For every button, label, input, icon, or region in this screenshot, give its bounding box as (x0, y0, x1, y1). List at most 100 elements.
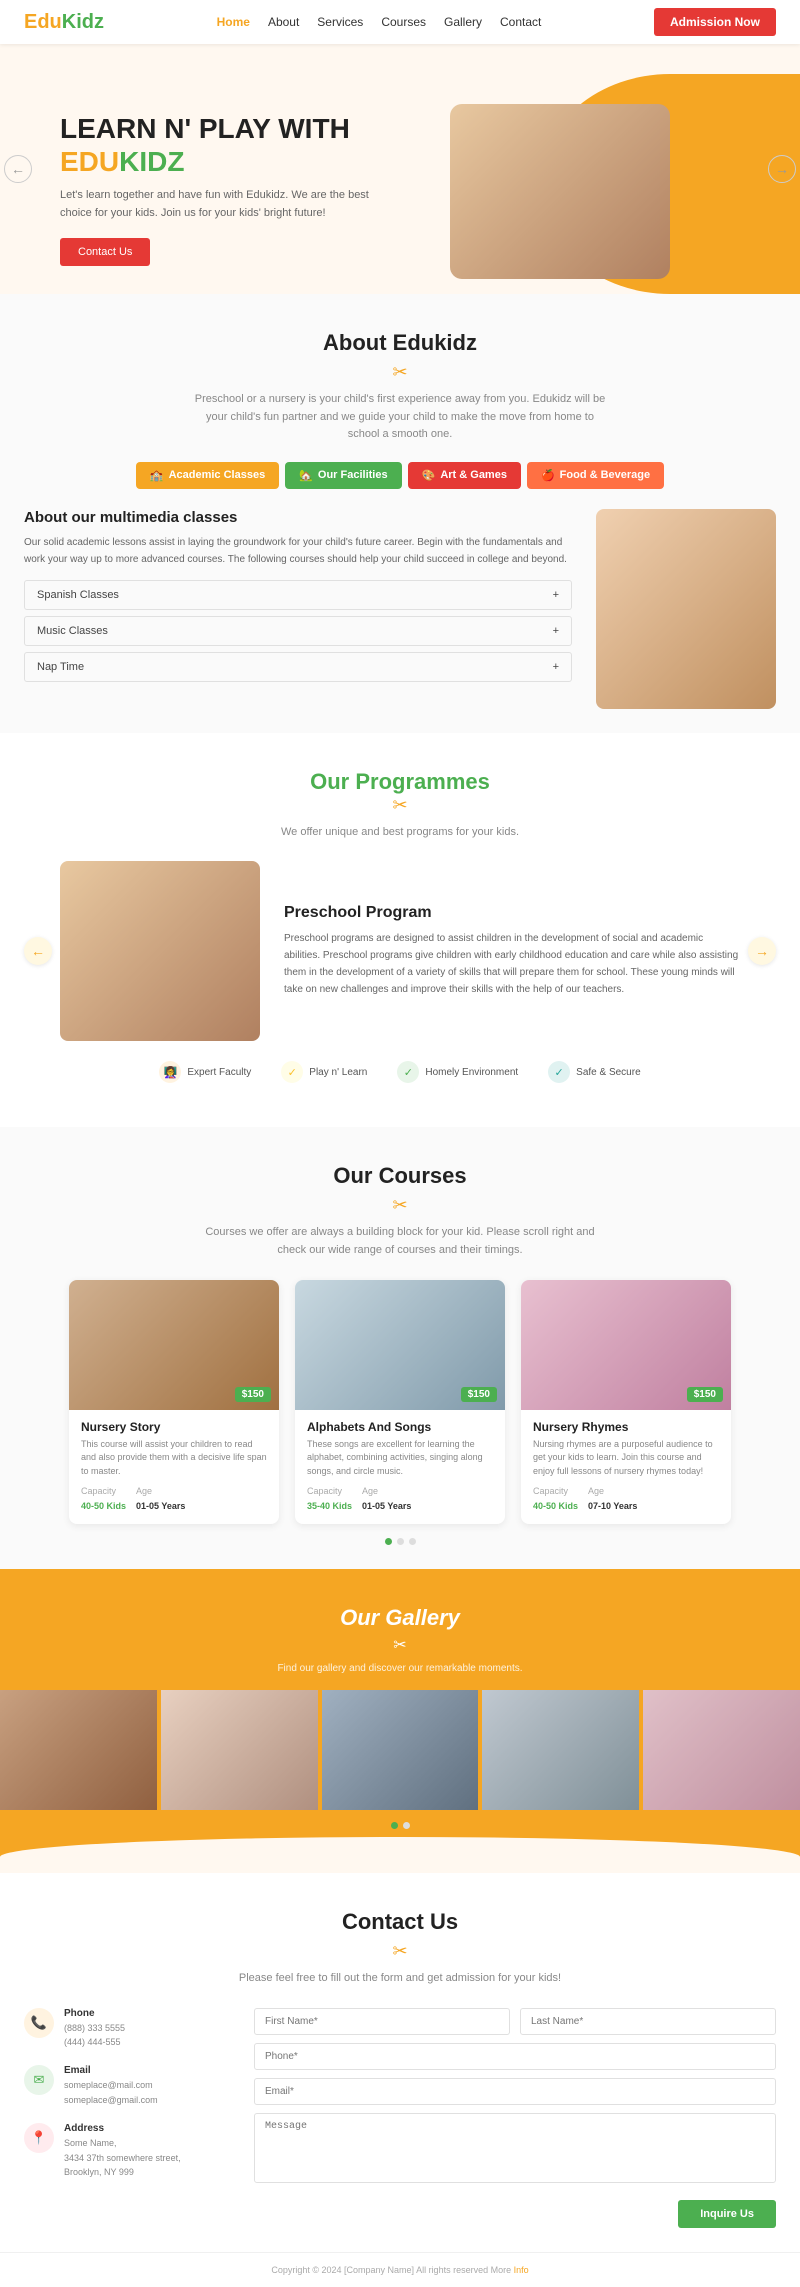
phone-input[interactable] (254, 2043, 776, 2070)
email-icon: ✉ (24, 2065, 54, 2095)
nav-home[interactable]: Home (217, 15, 250, 29)
programmes-subtitle: We offer unique and best programs for yo… (190, 824, 610, 842)
course-meta-1: Capacity 40-50 Kids Age 01-05 Years (81, 1486, 267, 1514)
course-age-3: Age 07-10 Years (588, 1486, 637, 1514)
first-name-input[interactable] (254, 2008, 510, 2035)
course-image-2: $150 (295, 1280, 505, 1410)
contact-info: 📞 Phone (888) 333 5555 (444) 444-555 ✉ E… (24, 2008, 224, 2228)
prog-prev-button[interactable]: ← (24, 937, 52, 965)
gallery-dot-2[interactable] (403, 1822, 410, 1829)
form-message-row (254, 2113, 776, 2188)
gallery-image-2 (161, 1690, 318, 1810)
footer: Copyright © 2024 [Company Name] All righ… (0, 2252, 800, 2287)
accordion-nap[interactable]: Nap Time + (24, 652, 572, 682)
chevron-down-icon: + (553, 589, 559, 601)
email-input[interactable] (254, 2078, 776, 2105)
programme-text: Preschool Program Preschool programs are… (284, 904, 740, 998)
course-price-3: $150 (687, 1387, 723, 1402)
course-title-1: Nursery Story (81, 1420, 267, 1434)
tab-academic-label: Academic Classes (169, 469, 266, 481)
nav-gallery[interactable]: Gallery (444, 15, 482, 29)
course-body-3: Nursery Rhymes Nursing rhymes are a purp… (521, 1410, 731, 1525)
safe-icon: ✓ (548, 1061, 570, 1083)
last-name-input[interactable] (520, 2008, 776, 2035)
hero-heading: LEARN N' PLAY WITH EDUKIDZ (60, 112, 380, 179)
programme-content: Preschool Program Preschool programs are… (60, 861, 740, 1041)
accordion-music[interactable]: Music Classes + (24, 616, 572, 646)
footer-link[interactable]: Info (514, 2265, 529, 2275)
course-meta-2: Capacity 35-40 Kids Age 01-05 Years (307, 1486, 493, 1514)
programme-desc: Preschool programs are designed to assis… (284, 930, 740, 998)
programmes-section: Our Programmes ✂ We offer unique and bes… (0, 733, 800, 1128)
nav-contact[interactable]: Contact (500, 15, 541, 29)
food-icon: 🍎 (541, 469, 555, 482)
about-scissors-icon: ✂ (24, 362, 776, 383)
inquire-button[interactable]: Inquire Us (678, 2200, 776, 2228)
form-email-row (254, 2078, 776, 2105)
nav-about[interactable]: About (268, 15, 299, 29)
tab-art-label: Art & Games (440, 469, 507, 481)
about-title: About Edukidz (24, 330, 776, 356)
course-price-2: $150 (461, 1387, 497, 1402)
hero-prev-button[interactable]: ← (4, 155, 32, 183)
feature-safe: ✓ Safe & Secure (548, 1061, 640, 1083)
about-content: About our multimedia classes Our solid a… (24, 509, 776, 709)
course-image-1: $150 (69, 1280, 279, 1410)
about-text: About our multimedia classes Our solid a… (24, 509, 572, 709)
gallery-image-3 (322, 1690, 479, 1810)
logo-kidz: Kidz (62, 11, 104, 33)
prog-next-button[interactable]: → (748, 937, 776, 965)
gallery-grid (0, 1690, 800, 1810)
phone-icon: 📞 (24, 2008, 54, 2038)
footer-text: Copyright © 2024 [Company Name] All righ… (271, 2265, 528, 2275)
academic-icon: 🏫 (150, 469, 164, 482)
gallery-section: Our Gallery ✂ Find our gallery and disco… (0, 1569, 800, 1873)
hero-section: ← LEARN N' PLAY WITH EDUKIDZ Let's learn… (0, 44, 800, 294)
tab-facilities-label: Our Facilities (318, 469, 388, 481)
gallery-subtitle: Find our gallery and discover our remark… (0, 1663, 800, 1674)
contact-subtitle: Please feel free to fill out the form an… (190, 1970, 610, 1988)
hero-kidz: KIDZ (119, 146, 184, 177)
course-title-2: Alphabets And Songs (307, 1420, 493, 1434)
course-card-1: $150 Nursery Story This course will assi… (69, 1280, 279, 1525)
course-card-3: $150 Nursery Rhymes Nursing rhymes are a… (521, 1280, 731, 1525)
contact-email-text: Email someplace@mail.com someplace@gmail… (64, 2065, 158, 2107)
contact-phone-item: 📞 Phone (888) 333 5555 (444) 444-555 (24, 2008, 224, 2050)
programmes-wrapper: ← Preschool Program Preschool programs a… (24, 861, 776, 1041)
about-content-title: About our multimedia classes (24, 509, 572, 526)
chevron-down-icon: + (553, 661, 559, 673)
course-age-1: Age 01-05 Years (136, 1486, 185, 1514)
tab-food-label: Food & Beverage (560, 469, 650, 481)
dot-2[interactable] (397, 1538, 404, 1545)
courses-grid: $150 Nursery Story This course will assi… (24, 1280, 776, 1525)
message-field (254, 2113, 776, 2188)
logo-edu: Edu (24, 11, 62, 33)
contact-title: Contact Us (24, 1909, 776, 1935)
contact-button[interactable]: Contact Us (60, 238, 150, 266)
contact-layout: 📞 Phone (888) 333 5555 (444) 444-555 ✉ E… (24, 2008, 776, 2228)
tab-art[interactable]: 🎨 Art & Games (408, 462, 521, 489)
course-body-1: Nursery Story This course will assist yo… (69, 1410, 279, 1525)
courses-subtitle: Courses we offer are always a building b… (190, 1224, 610, 1259)
hero-edu: EDU (60, 146, 119, 177)
admission-button[interactable]: Admission Now (654, 8, 776, 36)
tab-academic[interactable]: 🏫 Academic Classes (136, 462, 279, 489)
course-desc-3: Nursing rhymes are a purposeful audience… (533, 1438, 719, 1479)
course-desc-2: These songs are excellent for learning t… (307, 1438, 493, 1479)
gallery-dot-1[interactable] (391, 1822, 398, 1829)
nav-services[interactable]: Services (317, 15, 363, 29)
tab-food[interactable]: 🍎 Food & Beverage (527, 462, 664, 489)
hero-next-button[interactable]: → (768, 155, 796, 183)
course-capacity-3: Capacity 40-50 Kids (533, 1486, 578, 1514)
dot-1[interactable] (385, 1538, 392, 1545)
message-input[interactable] (254, 2113, 776, 2183)
email-field (254, 2078, 776, 2105)
nav-courses[interactable]: Courses (381, 15, 426, 29)
gallery-image-5 (643, 1690, 800, 1810)
accordion-spanish[interactable]: Spanish Classes + (24, 580, 572, 610)
courses-title: Our Courses (24, 1163, 776, 1189)
dot-3[interactable] (409, 1538, 416, 1545)
hero-child-image (450, 104, 670, 279)
phone-field (254, 2043, 776, 2070)
tab-facilities[interactable]: 🏡 Our Facilities (285, 462, 401, 489)
